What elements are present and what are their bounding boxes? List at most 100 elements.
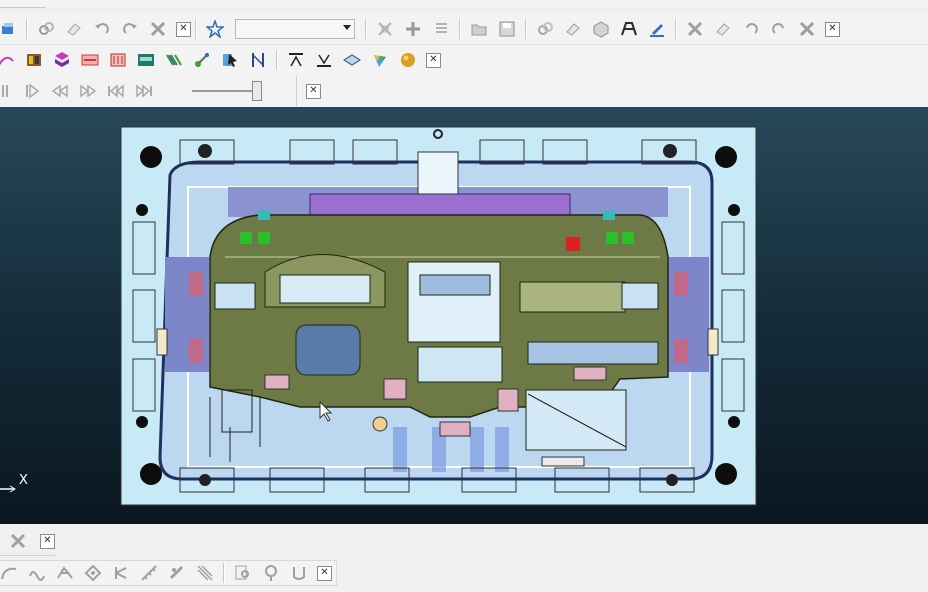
skip-forward-icon[interactable]: [132, 79, 156, 103]
slider-thumb[interactable]: [252, 81, 262, 101]
hatch-icon[interactable]: [193, 561, 217, 585]
pad-pin: [199, 474, 211, 486]
save-file-icon[interactable]: [495, 17, 519, 41]
marker-green-2: [258, 232, 270, 244]
grid-icon[interactable]: [53, 561, 77, 585]
close-toolbar-button[interactable]: ✕: [176, 21, 191, 37]
block-red-icon[interactable]: [106, 48, 130, 72]
align-bottom-icon[interactable]: [312, 48, 336, 72]
open-file-icon[interactable]: [467, 17, 491, 41]
tube-icon[interactable]: [287, 561, 311, 585]
close-toolbar-button[interactable]: ✕: [426, 52, 441, 68]
bottom-toolbar-row-1: ✕: [4, 530, 55, 552]
redo2-icon[interactable]: [767, 17, 791, 41]
pin-hole: [136, 204, 148, 216]
toolbar-divider: [296, 76, 297, 106]
edge-curve-icon[interactable]: [0, 561, 21, 585]
measure-icon[interactable]: [137, 561, 161, 585]
model-viewport[interactable]: X: [0, 107, 928, 524]
close-toolbar-button[interactable]: ✕: [306, 83, 321, 99]
eraser2-icon[interactable]: [561, 17, 585, 41]
marker-green-4: [622, 232, 634, 244]
bottom-clip: [541, 456, 585, 467]
paint-icon[interactable]: [368, 48, 392, 72]
pin-icon[interactable]: [259, 561, 283, 585]
split-icon[interactable]: [246, 48, 270, 72]
eraser3-icon[interactable]: [711, 17, 735, 41]
cursor-icon[interactable]: [218, 48, 242, 72]
tools-cross4-icon[interactable]: [6, 529, 30, 553]
side-clip-left: [156, 328, 168, 356]
node-icon[interactable]: [81, 561, 105, 585]
red-block-r2: [674, 339, 688, 363]
axis-x-label: X: [19, 473, 28, 488]
tools-cross-icon[interactable]: [146, 17, 170, 41]
zoom-doc-icon[interactable]: [231, 561, 255, 585]
link-icon[interactable]: [34, 17, 58, 41]
pad-pin: [663, 144, 677, 158]
pick-icon[interactable]: [190, 48, 214, 72]
close-toolbar-button[interactable]: ✕: [317, 565, 332, 581]
marker-teal-1: [258, 210, 270, 220]
wave-icon[interactable]: [25, 561, 49, 585]
red-block-r1: [674, 272, 688, 296]
fork-icon[interactable]: [109, 561, 133, 585]
tools-cross3-icon[interactable]: [795, 17, 819, 41]
skip-back-icon[interactable]: [104, 79, 128, 103]
separator: [675, 19, 677, 39]
move-icon[interactable]: [401, 17, 425, 41]
star-snap-icon[interactable]: [203, 17, 227, 41]
select-icon[interactable]: [0, 17, 20, 41]
toolbar-row-1: [0, 0, 928, 8]
bolt-hole: [140, 146, 162, 168]
sphere-icon[interactable]: [396, 48, 420, 72]
rewind-icon[interactable]: [48, 79, 72, 103]
tools-cross2-icon[interactable]: [683, 17, 707, 41]
table-icon[interactable]: [617, 17, 641, 41]
play-icon[interactable]: [20, 79, 44, 103]
redo-icon[interactable]: [118, 17, 142, 41]
bolt-hole: [715, 146, 737, 168]
runner-3: [470, 427, 484, 472]
stack-color-icon[interactable]: [50, 48, 74, 72]
link2-icon[interactable]: [533, 17, 557, 41]
plate-red-icon[interactable]: [78, 48, 102, 72]
red-block-l2: [189, 339, 203, 363]
chevron-down-icon[interactable]: [343, 25, 351, 30]
pen-icon[interactable]: [645, 17, 669, 41]
separator: [26, 19, 28, 39]
center-console: [407, 261, 501, 343]
separator: [223, 563, 225, 583]
separator: [525, 19, 527, 39]
separator: [276, 50, 278, 70]
box-color-icon[interactable]: [22, 48, 46, 72]
undo-icon[interactable]: [90, 17, 114, 41]
airbag-opening: [295, 324, 361, 376]
fast-forward-icon[interactable]: [76, 79, 100, 103]
cube-icon[interactable]: [589, 17, 613, 41]
pad-pin: [666, 474, 678, 486]
cad-drawing: [0, 126, 757, 506]
slash-icon[interactable]: [165, 561, 189, 585]
close-toolbar-button[interactable]: ✕: [825, 21, 840, 37]
list-icon[interactable]: [429, 17, 453, 41]
pink-tab-1: [264, 374, 290, 390]
block-green-icon[interactable]: [134, 48, 158, 72]
pattern-icon[interactable]: [162, 48, 186, 72]
stop-icon[interactable]: [0, 79, 16, 103]
ejector-pin: [372, 416, 388, 432]
curve-icon[interactable]: [0, 48, 18, 72]
pin-hole: [728, 204, 740, 216]
align-top-icon[interactable]: [284, 48, 308, 72]
separator: [459, 19, 461, 39]
undo2-icon[interactable]: [739, 17, 763, 41]
close-toolbar-button[interactable]: ✕: [40, 533, 55, 549]
marker-teal-2: [603, 210, 615, 220]
eraser-icon[interactable]: [62, 17, 86, 41]
pin-hole: [728, 416, 740, 428]
animation-speed-slider[interactable]: [192, 81, 262, 101]
layer-select[interactable]: [235, 19, 355, 39]
transform-icon[interactable]: [373, 17, 397, 41]
diamond-icon[interactable]: [340, 48, 364, 72]
vent-left: [214, 282, 256, 310]
